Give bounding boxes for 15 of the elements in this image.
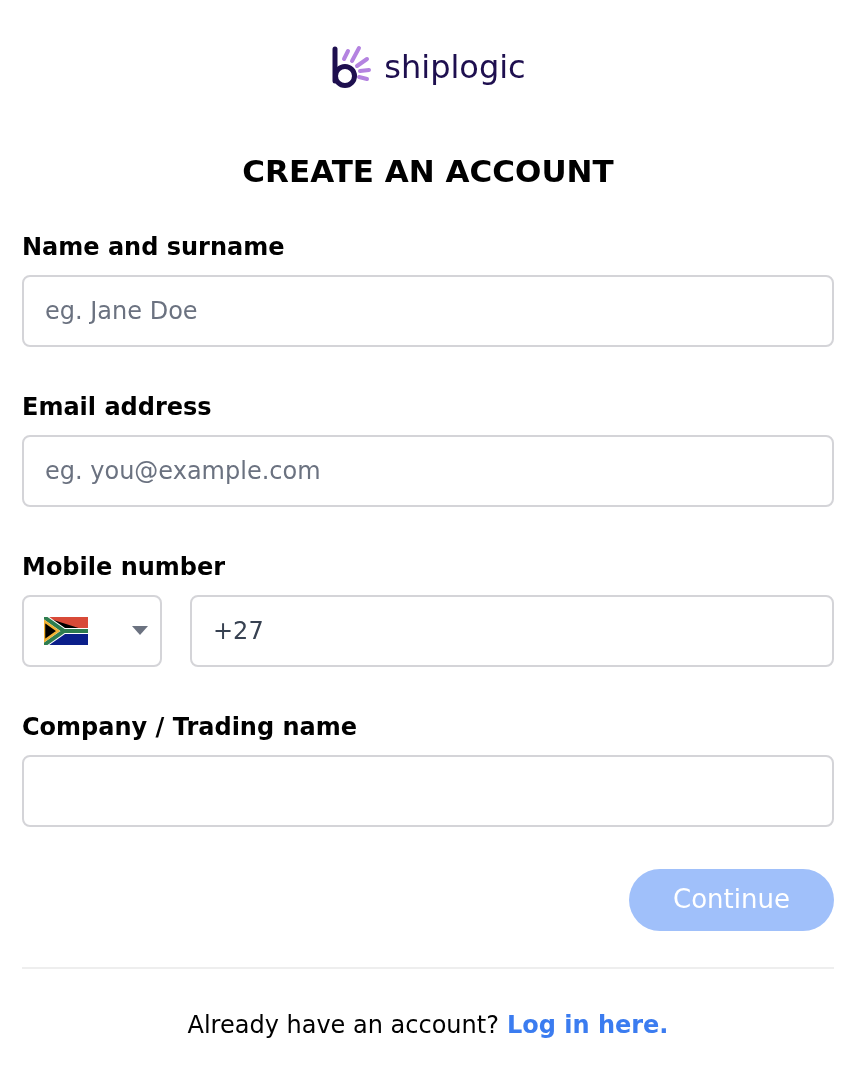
input-field[interactable] xyxy=(22,754,834,827)
login-link[interactable]: Log in here. xyxy=(506,1006,669,1043)
field-label: Name and surname xyxy=(22,231,286,263)
input-field[interactable]: eg. Jane Doe xyxy=(22,274,834,347)
field-label: Email address xyxy=(22,391,213,423)
input-field[interactable]: +27 xyxy=(190,594,834,667)
field-label: Company / Trading name xyxy=(22,711,359,743)
footer-text: Already have an account? xyxy=(187,1009,499,1041)
caret-icon xyxy=(132,625,148,636)
logo-text: shiplogic xyxy=(384,51,526,83)
field-label: Mobile number xyxy=(22,551,227,583)
page-title: CREATE AN ACCOUNT xyxy=(241,152,615,191)
flag-icon xyxy=(44,616,88,645)
country-dropdown[interactable] xyxy=(22,594,162,667)
input-field[interactable]: eg. you@example.com xyxy=(22,434,834,507)
